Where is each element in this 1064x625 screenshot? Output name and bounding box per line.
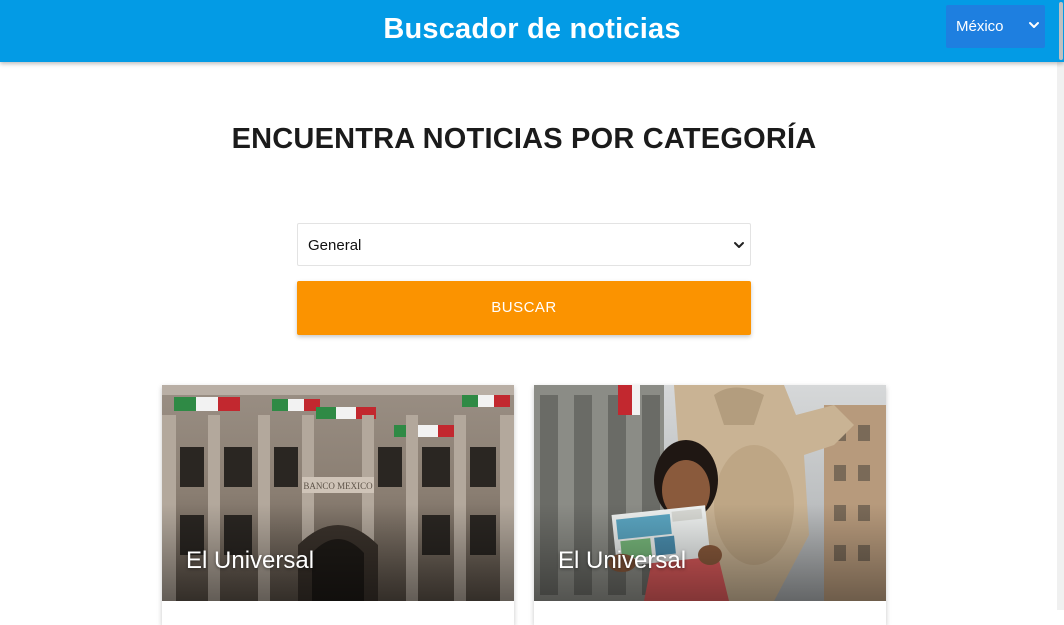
scrollbar-track[interactable] (1057, 62, 1064, 610)
page-heading: ENCUENTRA NOTICIAS POR CATEGORÍA (231, 123, 817, 155)
news-card[interactable]: El Universal (534, 385, 886, 625)
chevron-down-icon (1029, 22, 1039, 28)
news-source: El Universal (558, 547, 687, 574)
news-card[interactable]: BANCO MEXICO El Universal (162, 385, 514, 625)
category-select[interactable]: General (297, 223, 751, 266)
search-button[interactable]: BUSCAR (297, 281, 751, 335)
news-source: El Universal (186, 547, 315, 574)
country-select[interactable]: México (946, 5, 1045, 48)
scrollbar-thumb[interactable] (1059, 2, 1063, 60)
chevron-down-icon (734, 242, 744, 248)
country-select-value: México (956, 18, 1004, 35)
category-select-value: General (308, 237, 362, 254)
app-title: Buscador de noticias (383, 13, 681, 45)
navbar: Buscador de noticias México (0, 0, 1064, 62)
